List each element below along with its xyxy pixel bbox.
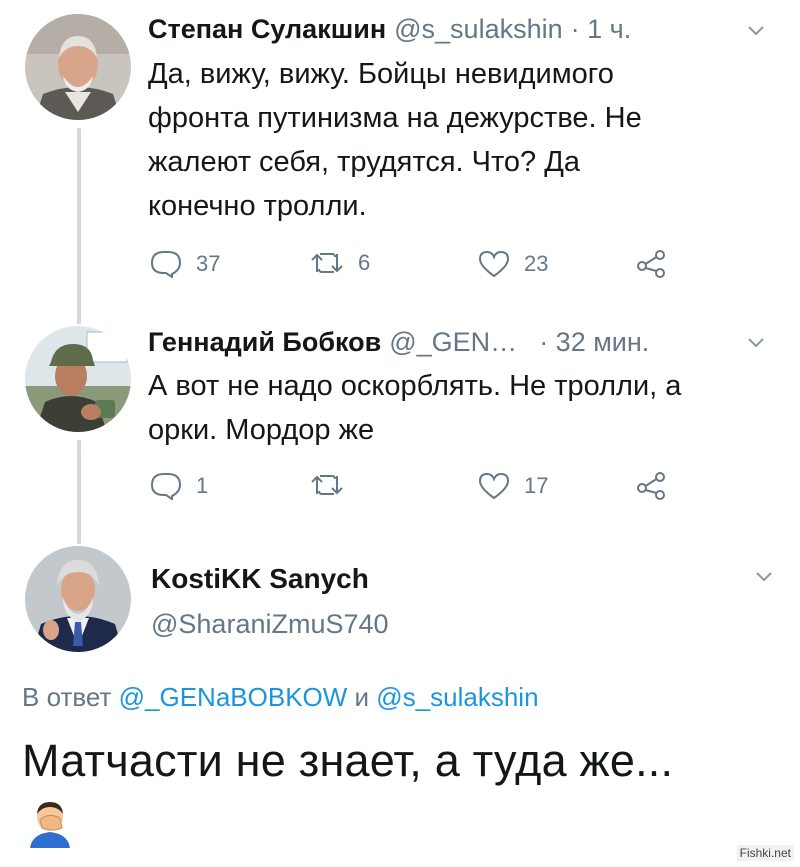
avatar[interactable] bbox=[25, 14, 131, 120]
share-icon bbox=[637, 472, 665, 500]
author-name[interactable]: KostiKK Sanych bbox=[151, 563, 369, 595]
reply-icon bbox=[150, 251, 182, 278]
chevron-down-icon[interactable] bbox=[748, 338, 764, 348]
reply-button[interactable]: 1 bbox=[150, 472, 208, 500]
avatar[interactable] bbox=[25, 326, 131, 432]
tweet-text-line: Да, вижу, вижу. Бойцы невидимого bbox=[148, 58, 614, 90]
share-button[interactable] bbox=[636, 250, 666, 278]
tweet-text: Матчасти не знает, а туда же... bbox=[22, 735, 674, 786]
mention-link[interactable]: @s_sulakshin bbox=[376, 682, 538, 712]
retweet-button[interactable] bbox=[310, 472, 358, 498]
heart-icon bbox=[478, 472, 510, 500]
author-handle[interactable]: @SharaniZmuS740 bbox=[151, 609, 389, 640]
retweet-button[interactable]: 6 bbox=[310, 250, 370, 276]
reply-button[interactable]: 37 bbox=[150, 250, 220, 278]
share-icon bbox=[637, 250, 665, 278]
tweet-text-line: жалеют себя, трудятся. Что? Да bbox=[148, 146, 581, 178]
watermark: Fishki.net bbox=[736, 845, 794, 861]
avatar[interactable] bbox=[25, 546, 131, 652]
retweet-icon bbox=[311, 475, 343, 495]
timestamp[interactable]: · 1 ч. bbox=[571, 14, 632, 45]
retweet-icon bbox=[311, 253, 343, 273]
reply-joiner: и bbox=[354, 682, 370, 712]
author-handle[interactable]: @_GEN… bbox=[389, 327, 517, 358]
mention-link[interactable]: @_GENaBOBKOW bbox=[119, 682, 348, 712]
like-button[interactable]: 23 bbox=[478, 250, 548, 278]
chevron-down-icon[interactable] bbox=[748, 26, 764, 36]
author-name[interactable]: Степан Сулакшин bbox=[148, 14, 386, 45]
thread-line bbox=[77, 440, 81, 544]
tweet-text-line: фронта путинизма на дежурстве. Не bbox=[148, 102, 642, 134]
share-button[interactable] bbox=[636, 472, 666, 500]
heart-icon bbox=[478, 250, 510, 278]
like-count: 17 bbox=[524, 473, 549, 498]
reply-context: В ответ @_GENaBOBKOW и @s_sulakshin bbox=[22, 682, 539, 713]
facepalm-emoji-icon bbox=[28, 798, 72, 848]
chevron-down-icon[interactable] bbox=[756, 572, 772, 582]
reply-icon bbox=[150, 473, 182, 500]
reply-count: 37 bbox=[196, 251, 221, 276]
retweet-count: 6 bbox=[358, 250, 371, 275]
tweet-text-line: орки. Мордор же bbox=[148, 414, 375, 446]
tweet-text-line: конечно тролли. bbox=[148, 190, 367, 222]
reply-prefix: В ответ bbox=[22, 682, 112, 712]
like-count: 23 bbox=[524, 251, 549, 276]
reply-count: 1 bbox=[196, 473, 209, 498]
tweet-text-line: А вот не надо оскорблять. Не тролли, а bbox=[148, 370, 682, 402]
author-name[interactable]: Геннадий Бобков bbox=[148, 327, 381, 358]
like-button[interactable]: 17 bbox=[478, 472, 548, 500]
timestamp[interactable]: · 32 мин. bbox=[539, 327, 649, 358]
thread-line bbox=[77, 128, 81, 324]
author-handle[interactable]: @s_sulakshin bbox=[394, 14, 563, 45]
